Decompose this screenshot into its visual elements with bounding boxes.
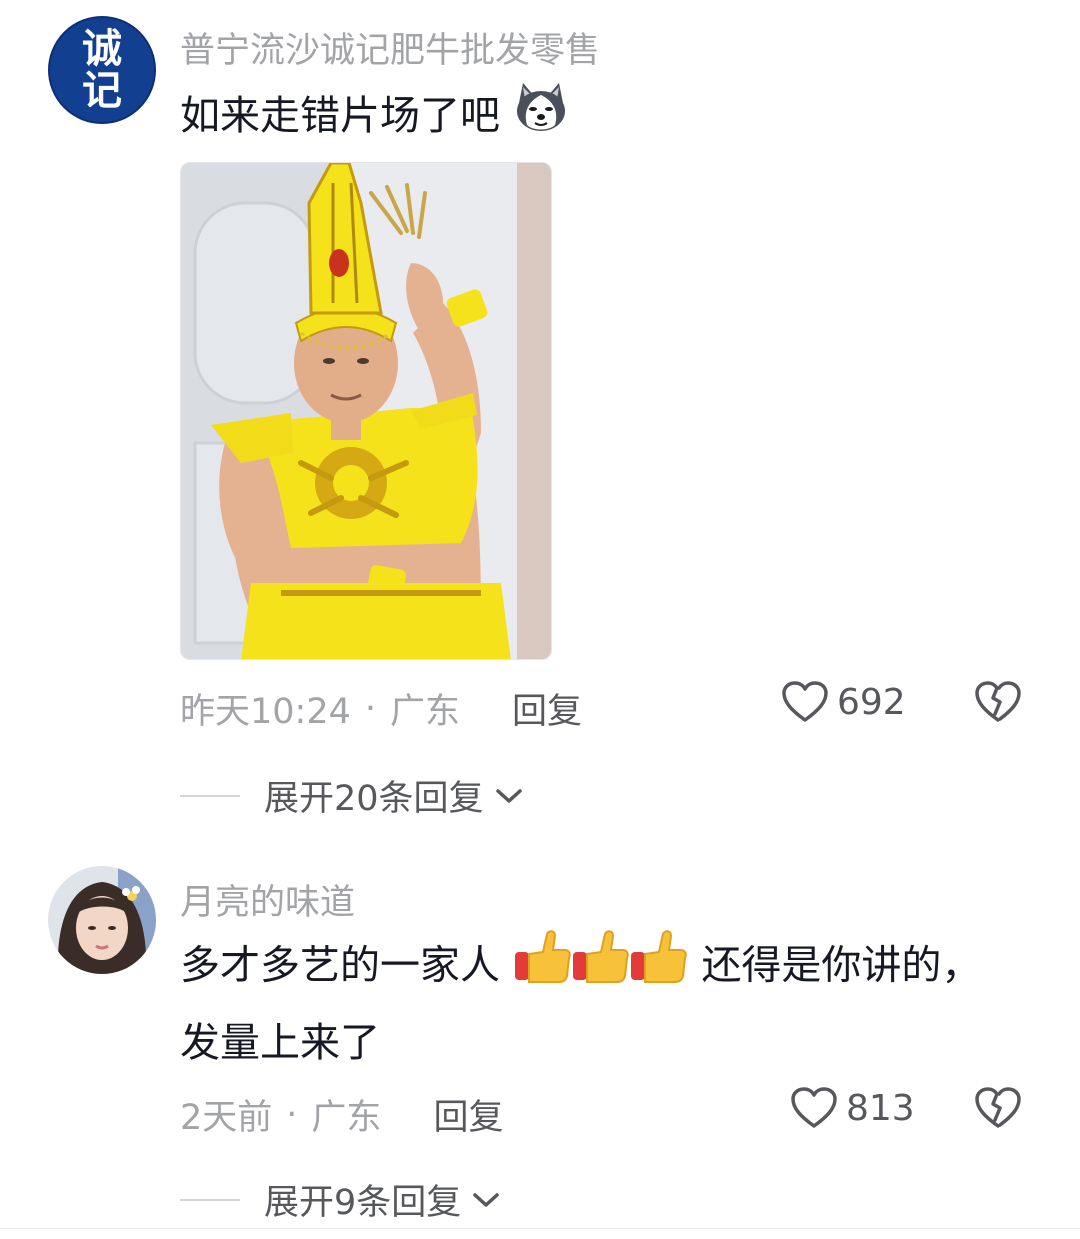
expand-replies-label: 展开20条回复 <box>264 779 484 819</box>
like-button[interactable]: 813 <box>790 1086 915 1130</box>
comment-location: 广东 <box>311 1098 382 1138</box>
comment-text: 多才多艺的一家人 <box>180 942 500 989</box>
like-count: 813 <box>846 1087 915 1129</box>
expand-replies[interactable]: 展开20条回复 <box>180 770 524 821</box>
comment-meta: 昨天10:24 · 广东 回复 <box>180 683 582 734</box>
avatar[interactable]: 诚 记 <box>48 16 156 124</box>
chevron-down-icon <box>494 786 524 806</box>
reply-button[interactable]: 回复 <box>512 683 582 734</box>
comment-text-line: 发量上来了 <box>180 1020 380 1066</box>
comment-text-line: 多才多艺的一家人 还得是你讲的， <box>180 928 1040 1007</box>
bottom-divider <box>0 1228 1080 1229</box>
expand-replies-label: 展开9条回复 <box>264 1183 462 1223</box>
comment-item: 诚 记 普宁流沙诚记肥牛批发零售 如来走错片场了吧 昨天10:24 · 广东 回… <box>0 0 1080 840</box>
comment-time: 2天前 <box>180 1098 273 1138</box>
chevron-down-icon <box>471 1190 501 1210</box>
dislike-button[interactable] <box>974 1086 1022 1134</box>
heart-icon <box>781 680 829 724</box>
avatar[interactable] <box>48 866 156 974</box>
broken-heart-icon <box>974 680 1022 724</box>
comment-username[interactable]: 普宁流沙诚记肥牛批发零售 <box>180 22 600 73</box>
comment-image[interactable] <box>180 162 552 660</box>
comment-location: 广东 <box>390 692 461 732</box>
expand-replies[interactable]: 展开9条回复 <box>180 1174 501 1225</box>
heart-icon <box>790 1086 838 1130</box>
thumbs-up-emoji <box>513 928 689 1007</box>
comment-text: 还得是你讲的， <box>701 942 982 989</box>
dislike-button[interactable] <box>974 680 1022 728</box>
comment-username[interactable]: 月亮的味道 <box>180 874 355 925</box>
reply-button[interactable]: 回复 <box>433 1089 503 1140</box>
meta-separator: · <box>286 1094 298 1135</box>
comment-text-row: 如来走错片场了吧 <box>180 80 1040 156</box>
comment-item: 月亮的味道 多才多艺的一家人 还得是你讲的， 发量上来了 2天前 · 广东 回复… <box>0 840 1080 1239</box>
avatar-text: 诚 <box>82 25 122 72</box>
broken-heart-icon <box>974 1086 1022 1130</box>
avatar-text: 记 <box>82 67 122 114</box>
expand-divider <box>180 794 240 797</box>
expand-divider <box>180 1198 240 1201</box>
like-button[interactable]: 692 <box>781 680 906 724</box>
comment-meta: 2天前 · 广东 回复 <box>180 1089 503 1140</box>
like-count: 692 <box>837 681 906 723</box>
comment-text: 如来走错片场了吧 <box>180 93 500 139</box>
comment-time: 昨天10:24 <box>180 692 351 732</box>
comment-text-row: 多才多艺的一家人 还得是你讲的， 发量上来了 <box>180 928 1040 1079</box>
husky-dog-emoji <box>513 81 569 156</box>
meta-separator: · <box>364 688 377 729</box>
